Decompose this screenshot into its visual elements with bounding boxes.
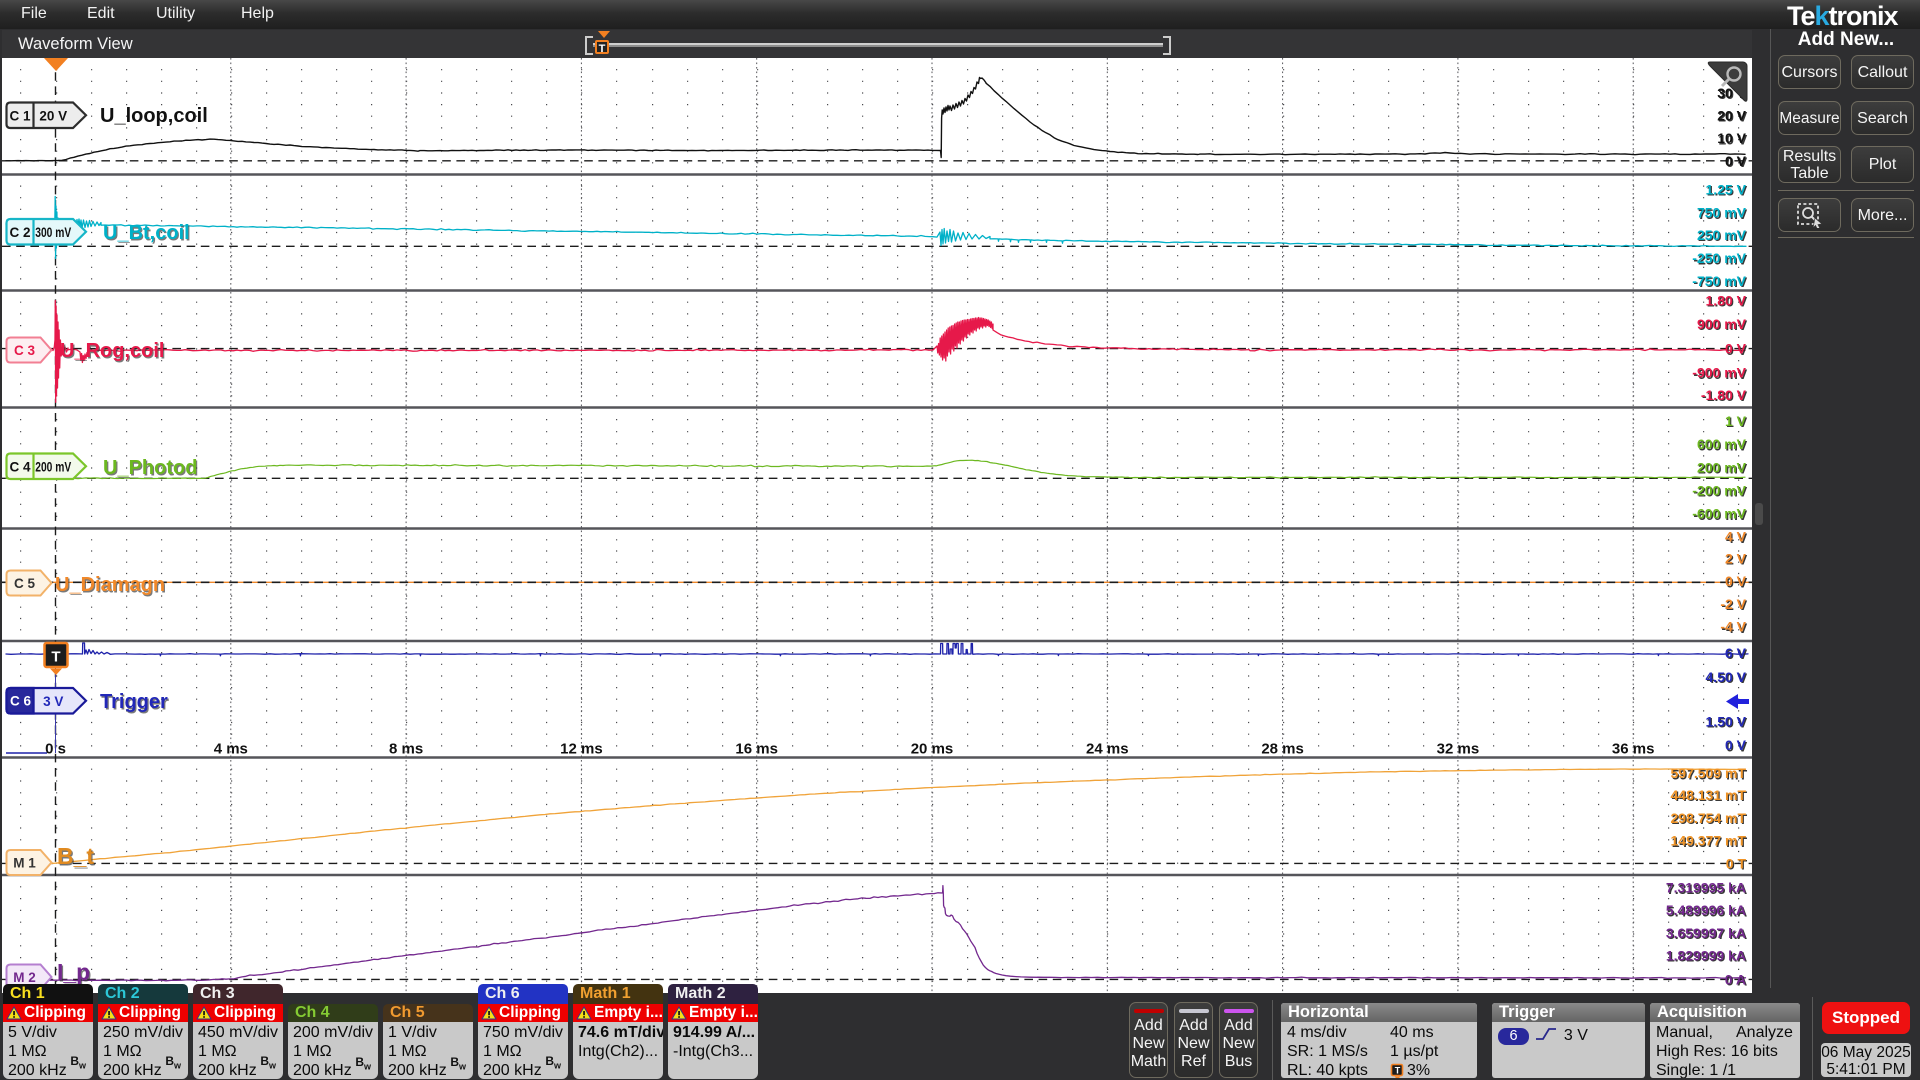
- svg-text:298.754 mT: 298.754 mT: [1671, 810, 1747, 826]
- svg-text:5.489996 kA: 5.489996 kA: [1666, 902, 1746, 918]
- svg-text:0 T: 0 T: [1726, 855, 1747, 871]
- svg-text:Trigger: Trigger: [100, 691, 168, 713]
- svg-text:4 V: 4 V: [1725, 529, 1747, 545]
- svg-text:200 mV: 200 mV: [35, 459, 71, 474]
- svg-text:300 mV: 300 mV: [35, 225, 71, 240]
- svg-text:1.50 V: 1.50 V: [1706, 714, 1747, 730]
- svg-text:1.829999 kA: 1.829999 kA: [1666, 947, 1746, 963]
- svg-text:I_p: I_p: [57, 959, 90, 985]
- svg-text:B_t: B_t: [57, 843, 94, 869]
- svg-text:T: T: [51, 649, 60, 666]
- svg-text:2 V: 2 V: [1725, 550, 1747, 566]
- svg-text:-900 mV: -900 mV: [1692, 365, 1746, 381]
- svg-text:M 1: M 1: [13, 856, 36, 871]
- svg-text:-600 mV: -600 mV: [1692, 506, 1746, 522]
- svg-text:200 mV: 200 mV: [1697, 459, 1747, 475]
- svg-text:1.25 V: 1.25 V: [1706, 181, 1747, 197]
- svg-text:-200 mV: -200 mV: [1692, 483, 1746, 499]
- svg-text:750 mV: 750 mV: [1697, 205, 1747, 221]
- svg-text:0 A: 0 A: [1725, 971, 1746, 987]
- svg-text:U_loop,coil: U_loop,coil: [100, 105, 208, 127]
- svg-text:U_Diamagn: U_Diamagn: [55, 574, 165, 596]
- svg-text:C 5: C 5: [14, 576, 36, 591]
- svg-text:1.80 V: 1.80 V: [1706, 292, 1747, 308]
- svg-text:-4 V: -4 V: [1720, 619, 1746, 635]
- svg-text:10 V: 10 V: [1717, 130, 1746, 146]
- svg-text:7.319995 kA: 7.319995 kA: [1666, 880, 1746, 896]
- svg-text:250 mV: 250 mV: [1697, 227, 1747, 243]
- svg-text:20 ms: 20 ms: [911, 741, 954, 758]
- svg-text:C 1: C 1: [9, 108, 31, 123]
- svg-text:0 V: 0 V: [1725, 573, 1747, 589]
- svg-text:0 V: 0 V: [1725, 737, 1747, 753]
- svg-text:597.509 mT: 597.509 mT: [1671, 765, 1747, 781]
- svg-text:0 V: 0 V: [1725, 341, 1747, 357]
- svg-text:-1.80 V: -1.80 V: [1701, 387, 1747, 403]
- svg-text:M 2: M 2: [13, 970, 36, 985]
- svg-text:0 s: 0 s: [45, 741, 66, 758]
- svg-text:3.659997 kA: 3.659997 kA: [1666, 925, 1746, 941]
- svg-text:448.131 mT: 448.131 mT: [1671, 787, 1747, 803]
- svg-text:U_Photod: U_Photod: [103, 457, 197, 479]
- svg-text:149.377 mT: 149.377 mT: [1671, 833, 1747, 849]
- svg-text:4 ms: 4 ms: [214, 741, 248, 758]
- svg-text:24 ms: 24 ms: [1086, 741, 1129, 758]
- svg-text:8 ms: 8 ms: [389, 741, 423, 758]
- svg-text:U_Rog,coil: U_Rog,coil: [60, 340, 164, 362]
- svg-text:T: T: [1395, 1066, 1401, 1076]
- svg-text:C 6: C 6: [10, 694, 32, 709]
- svg-text:4.50 V: 4.50 V: [1706, 669, 1747, 685]
- svg-text:0 V: 0 V: [1725, 153, 1747, 169]
- svg-text:-250 mV: -250 mV: [1692, 250, 1746, 266]
- svg-text:900 mV: 900 mV: [1697, 316, 1747, 332]
- svg-text:28 ms: 28 ms: [1261, 741, 1304, 758]
- svg-text:C 3: C 3: [14, 343, 36, 358]
- svg-text:-2 V: -2 V: [1720, 596, 1746, 612]
- svg-text:3 V: 3 V: [43, 694, 63, 709]
- svg-text:1 V: 1 V: [1725, 413, 1747, 429]
- svg-text:20 V: 20 V: [39, 108, 67, 123]
- svg-text:36 ms: 36 ms: [1612, 741, 1655, 758]
- svg-text:-750 mV: -750 mV: [1692, 273, 1746, 289]
- svg-text:6 V: 6 V: [1725, 645, 1747, 661]
- svg-text:20 V: 20 V: [1717, 108, 1746, 124]
- svg-text:U_Bt,coil: U_Bt,coil: [103, 222, 190, 244]
- svg-text:16 ms: 16 ms: [735, 741, 778, 758]
- svg-text:12 ms: 12 ms: [560, 741, 603, 758]
- svg-text:C 2: C 2: [9, 225, 30, 240]
- svg-text:32 ms: 32 ms: [1437, 741, 1480, 758]
- svg-text:C 4: C 4: [9, 459, 31, 474]
- svg-text:600 mV: 600 mV: [1697, 436, 1747, 452]
